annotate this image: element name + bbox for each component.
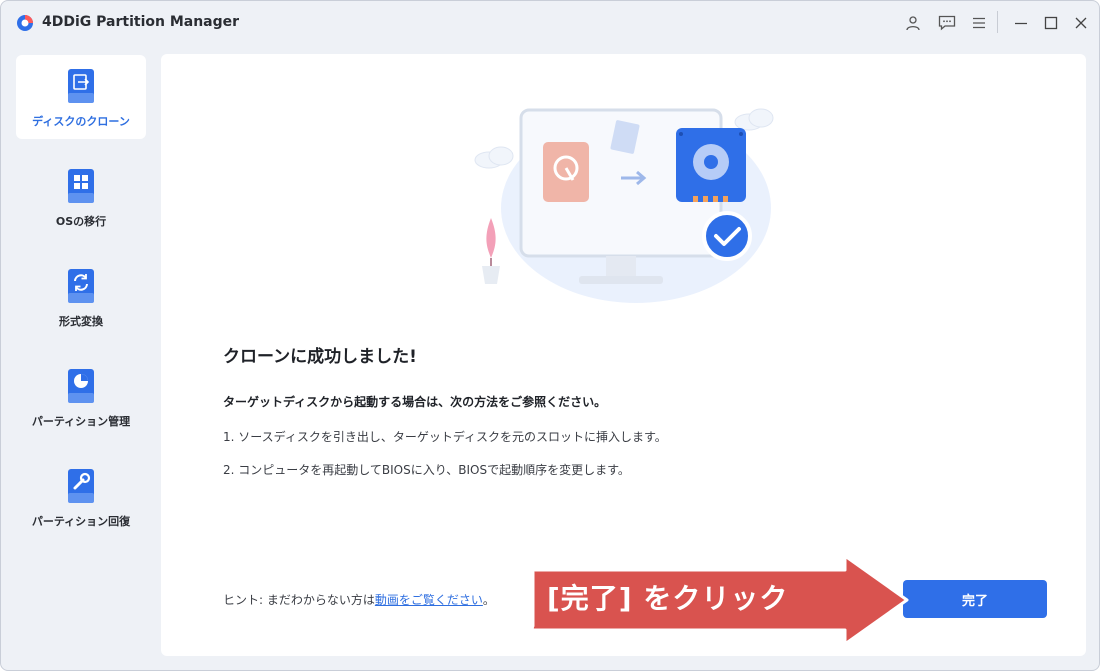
instructions-title: ターゲットディスクから起動する場合は、次の方法をご参照ください。 <box>223 395 607 409</box>
success-title: クローンに成功しました! <box>223 347 417 367</box>
titlebar-divider <box>997 11 998 33</box>
close-icon[interactable] <box>1071 13 1091 33</box>
format-convert-icon <box>68 269 94 303</box>
sidebar-item-partition-recovery[interactable]: パーティション回復 <box>16 455 146 539</box>
title-bar: 4DDiG Partition Manager <box>1 1 1099 45</box>
app-title: 4DDiG Partition Manager <box>42 14 240 30</box>
maximize-icon[interactable] <box>1041 13 1061 33</box>
sidebar-item-disk-clone[interactable]: ディスクのクローン <box>16 55 146 139</box>
disk-clone-icon <box>68 69 94 103</box>
sidebar-item-label: 形式変換 <box>59 315 103 328</box>
app-window: 4DDiG Partition Manager ディスクのクローン OSの移行 … <box>0 0 1100 671</box>
sidebar-item-label: ディスクのクローン <box>32 115 130 128</box>
clone-success-illustration <box>474 108 774 303</box>
video-link[interactable]: 動画をご覧ください <box>375 593 483 607</box>
feedback-icon[interactable] <box>937 13 957 33</box>
finish-button[interactable]: 完了 <box>903 580 1047 618</box>
hint-suffix: 。 <box>482 593 495 607</box>
instruction-step: 1. ソースディスクを引き出し、ターゲットディスクを元のスロットに挿入します。 <box>223 430 667 444</box>
os-migration-icon <box>68 169 94 203</box>
sidebar-item-format-convert[interactable]: 形式変換 <box>16 255 146 339</box>
hint-text: ヒント: まだわからない方は動画をご覧ください。 <box>223 591 495 608</box>
app-logo-icon <box>17 15 33 31</box>
sidebar-item-label: パーティション管理 <box>31 415 131 428</box>
sidebar-item-os-migration[interactable]: OSの移行 <box>16 155 146 239</box>
sidebar: ディスクのクローン OSの移行 形式変換 パーティション管理 パーティション回復 <box>1 45 161 670</box>
instruction-step: 2. コンピュータを再起動してBIOSに入り、BIOSで起動順序を変更します。 <box>223 463 630 477</box>
menu-icon[interactable] <box>969 13 989 33</box>
partition-manage-icon <box>68 369 94 403</box>
sidebar-item-partition-manage[interactable]: パーティション管理 <box>16 355 146 439</box>
sidebar-item-label: パーティション回復 <box>31 515 131 528</box>
hint-prefix: ヒント: まだわからない方は <box>223 593 375 607</box>
minimize-icon[interactable] <box>1011 13 1031 33</box>
annotation-text: [完了] をクリック <box>547 582 789 615</box>
account-icon[interactable] <box>903 13 923 33</box>
partition-recovery-icon <box>68 469 94 503</box>
sidebar-item-label: OSの移行 <box>55 215 107 228</box>
